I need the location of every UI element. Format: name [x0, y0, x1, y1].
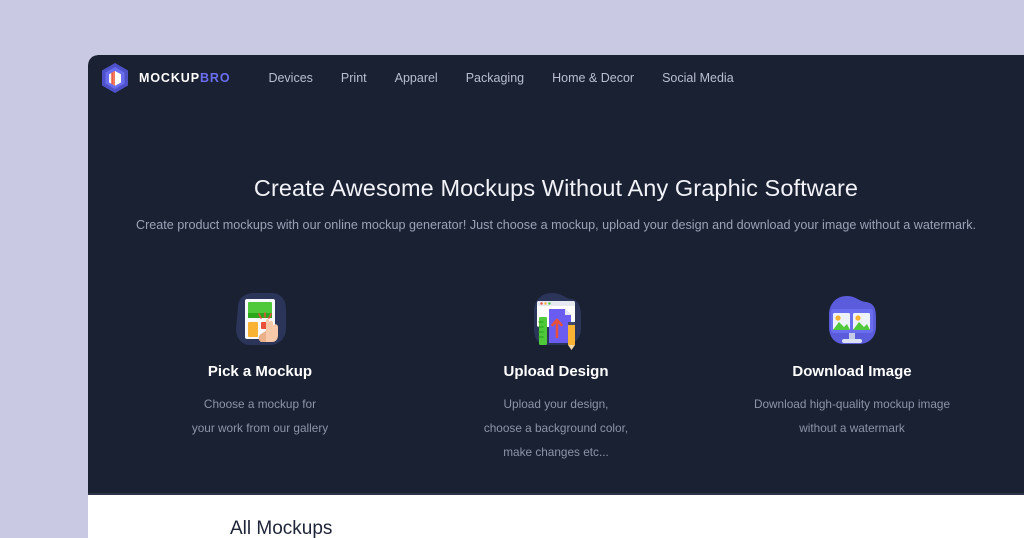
feature-description: Upload your design, choose a background …: [411, 392, 701, 464]
upload-design-icon: [411, 283, 701, 355]
site-header: MOCKUPBRO Devices Print Apparel Packagin…: [88, 55, 1024, 101]
feature-desc-line: Choose a mockup for: [203, 397, 317, 411]
feature-title: Download Image: [792, 363, 912, 380]
nav-item-print[interactable]: Print: [327, 65, 381, 91]
primary-navigation: Devices Print Apparel Packaging Home & D…: [254, 65, 747, 91]
feature-download-image[interactable]: Download Image Download high-quality moc…: [707, 283, 997, 440]
feature-desc-line: Upload your design,: [503, 397, 609, 411]
feature-desc-line: make changes etc...: [503, 445, 609, 459]
nav-item-social-media[interactable]: Social Media: [648, 65, 748, 91]
feature-pick-a-mockup[interactable]: Pick a Mockup Choose a mockup for your w…: [115, 283, 405, 440]
hero-title: Create Awesome Mockups Without Any Graph…: [253, 175, 859, 201]
nav-item-packaging[interactable]: Packaging: [452, 65, 538, 91]
pick-a-mockup-icon: [115, 283, 405, 355]
browser-page: MOCKUPBRO Devices Print Apparel Packagin…: [88, 55, 1024, 538]
all-mockups-section: All Mockups: [88, 495, 1024, 538]
feature-title: Upload Design: [503, 363, 609, 380]
feature-desc-line: without a watermark: [799, 421, 905, 435]
nav-item-devices[interactable]: Devices: [254, 65, 326, 91]
brand-wordmark: MOCKUPBRO: [139, 71, 230, 85]
brand-name-accent: BRO: [199, 71, 231, 85]
feature-upload-design[interactable]: Upload Design Upload your design, choose…: [411, 283, 701, 464]
hero-section: MOCKUPBRO Devices Print Apparel Packagin…: [88, 55, 1024, 495]
nav-item-home-decor[interactable]: Home & Decor: [538, 65, 648, 91]
page-title: All Mockups: [230, 518, 333, 538]
nav-item-apparel[interactable]: Apparel: [381, 65, 452, 91]
feature-title: Pick a Mockup: [207, 363, 313, 380]
feature-desc-line: your work from our gallery: [191, 421, 329, 435]
feature-list: Pick a Mockup Choose a mockup for your w…: [88, 283, 1024, 464]
viewport: MOCKUPBRO Devices Print Apparel Packagin…: [0, 0, 1024, 538]
download-image-icon: [707, 283, 997, 355]
hexagon-cube-logo-icon: [100, 62, 130, 94]
brand-name-primary: MOCKUP: [139, 71, 200, 85]
feature-description: Choose a mockup for your work from our g…: [115, 392, 405, 440]
feature-description: Download high-quality mockup image witho…: [707, 392, 997, 440]
hero-subtitle: Create product mockups with our online m…: [135, 218, 977, 232]
feature-desc-line: choose a background color,: [483, 421, 629, 435]
feature-desc-line: Download high-quality mockup image: [753, 397, 951, 411]
brand-logo[interactable]: MOCKUPBRO: [100, 62, 230, 94]
